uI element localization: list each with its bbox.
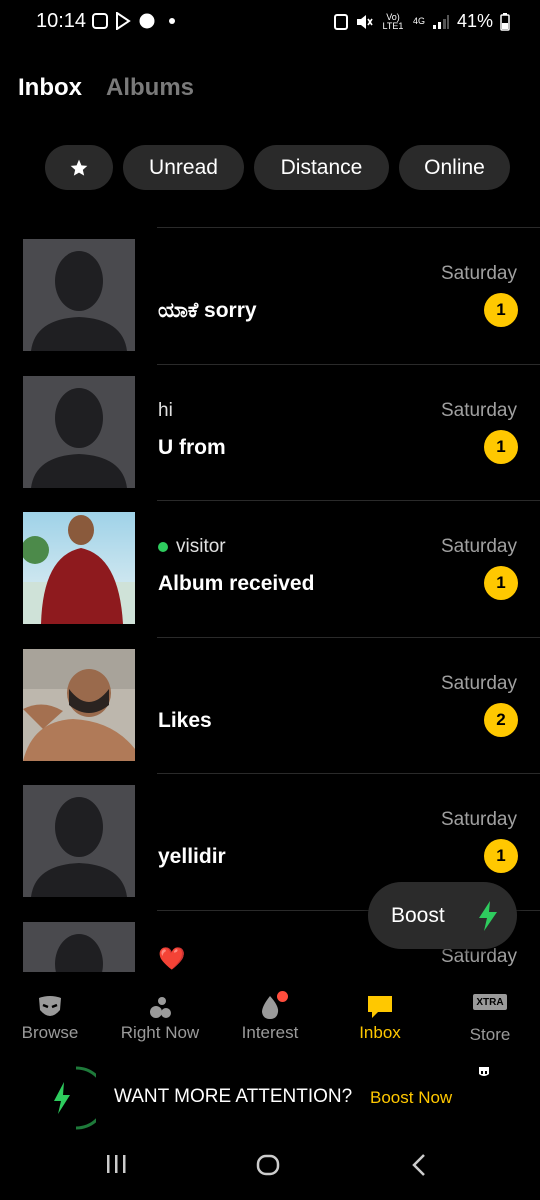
unread-badge: 2	[484, 702, 518, 737]
message-date: Saturday	[440, 672, 517, 694]
boost-banner[interactable]: WANT MORE ATTENTION? Boost Now	[0, 1060, 540, 1135]
banner-text: WANT MORE ATTENTION?	[114, 1086, 353, 1107]
chat-icon	[368, 996, 392, 1018]
lightning-icon	[479, 901, 497, 931]
boost-button[interactable]: Boost	[368, 882, 517, 949]
alarm-icon	[333, 13, 348, 30]
nav-browse[interactable]: Browse	[0, 980, 104, 1055]
message-text: yellidir	[158, 845, 226, 868]
battery-percent: 41%	[456, 11, 493, 31]
home-icon[interactable]	[255, 1152, 281, 1178]
nav-right-now[interactable]: Right Now	[106, 980, 214, 1055]
profile-placeholder-icon	[23, 921, 135, 972]
row-divider	[157, 227, 540, 228]
unread-badge: 1	[484, 429, 518, 464]
notification-dot	[277, 991, 288, 1002]
favorites-filter-chip[interactable]	[45, 145, 113, 190]
4g-icon: 4G	[412, 16, 425, 26]
status-bar: 10:14 Vo) LTE1 4G 41%	[0, 0, 540, 44]
nav-store[interactable]: XTRA Store	[436, 980, 540, 1055]
conversation-row[interactable]: hi U from Saturday 1	[0, 363, 540, 501]
avatar[interactable]	[23, 921, 135, 972]
tab-albums[interactable]: Albums	[106, 74, 194, 102]
unread-badge: 1	[484, 839, 518, 873]
nav-label: Inbox	[359, 1023, 401, 1042]
row-divider	[157, 363, 540, 365]
avatar[interactable]	[23, 239, 135, 351]
nav-interest[interactable]: Interest	[216, 980, 324, 1055]
preview-text: hi	[158, 399, 173, 421]
conversation-row[interactable]: visitor Album received Saturday 1	[0, 500, 540, 637]
message-text: Album received	[158, 572, 315, 595]
profile-placeholder-icon	[23, 785, 135, 897]
xtra-icon-text: XTRA	[476, 996, 504, 1008]
bottom-nav: Browse Right Now Interest Inbox XTRA Sto…	[0, 980, 540, 1055]
message-preview: ❤️	[158, 946, 185, 972]
whatsapp-icon	[139, 13, 155, 29]
profile-photo	[23, 648, 135, 761]
recent-apps-icon[interactable]	[104, 1152, 128, 1176]
message-preview: hi	[158, 400, 173, 422]
unread-badge: 1	[484, 293, 518, 327]
nav-label: Browse	[21, 1023, 79, 1042]
row-divider	[157, 773, 540, 774]
banner-icon	[42, 1066, 108, 1130]
message-date: Saturday	[440, 536, 517, 557]
nav-label: Right Now	[120, 1023, 200, 1042]
profile-placeholder-icon	[23, 375, 135, 488]
avatar[interactable]	[23, 785, 135, 897]
row-divider	[157, 500, 540, 501]
online-indicator	[158, 542, 168, 552]
message-text: ಯಾಕೆ sorry	[158, 299, 257, 322]
drops-icon	[150, 997, 171, 1018]
message-date: Saturday	[440, 809, 517, 830]
boost-now-link[interactable]: Boost Now	[370, 1088, 452, 1108]
instagram-icon	[92, 13, 108, 29]
nav-label: Interest	[241, 1023, 299, 1042]
avatar[interactable]	[23, 512, 135, 624]
lightning-icon	[54, 1066, 108, 1130]
volte-icon: Vo) LTE1	[382, 11, 404, 31]
message-date: Saturday	[440, 263, 517, 284]
filter-chips: Unread Distance Online	[45, 145, 510, 190]
conversation-list[interactable]: ಯಾಕೆ sorry Saturday 1 hi U from Saturday…	[0, 227, 540, 972]
boost-label: Boost	[391, 903, 445, 927]
play-store-icon	[116, 12, 131, 30]
conversation-row[interactable]: ಯಾಕೆ sorry Saturday 1	[0, 227, 540, 364]
message-date: Saturday	[440, 399, 517, 421]
message-text: U from	[158, 435, 226, 459]
avatar[interactable]	[23, 648, 135, 761]
nav-inbox[interactable]: Inbox	[326, 980, 434, 1055]
profile-placeholder-icon	[23, 239, 135, 351]
profile-photo	[23, 512, 135, 624]
unread-badge: 1	[484, 566, 518, 600]
distance-filter-chip[interactable]: Distance	[254, 145, 389, 190]
mask-icon	[39, 996, 61, 1016]
mute-icon	[356, 14, 373, 29]
signal-icon	[432, 14, 449, 29]
notification-icons	[92, 12, 175, 30]
dot-icon	[169, 18, 175, 24]
system-icons: Vo) LTE1 4G 41%	[333, 11, 510, 32]
conversation-row[interactable]: Likes Saturday 2	[0, 636, 540, 774]
avatar[interactable]	[23, 375, 135, 488]
nav-label: Store	[469, 1025, 511, 1044]
battery-icon	[500, 12, 510, 31]
message-text: Likes	[158, 708, 212, 732]
ad-choices-icon[interactable]	[478, 1066, 490, 1078]
online-filter-chip[interactable]: Online	[399, 145, 510, 190]
header-tabs: Inbox Albums	[18, 74, 194, 102]
row-divider	[157, 636, 540, 638]
heart-emoji: ❤️	[158, 945, 186, 971]
status-time: 10:14	[36, 10, 87, 32]
message-preview: visitor	[158, 536, 226, 558]
unread-filter-chip[interactable]: Unread	[123, 145, 244, 190]
back-icon[interactable]	[408, 1152, 430, 1178]
system-nav-bar	[0, 1140, 540, 1200]
star-icon	[70, 159, 88, 176]
preview-text: visitor	[176, 536, 226, 557]
xtra-icon: XTRA	[473, 994, 507, 1010]
tab-inbox[interactable]: Inbox	[18, 74, 82, 102]
